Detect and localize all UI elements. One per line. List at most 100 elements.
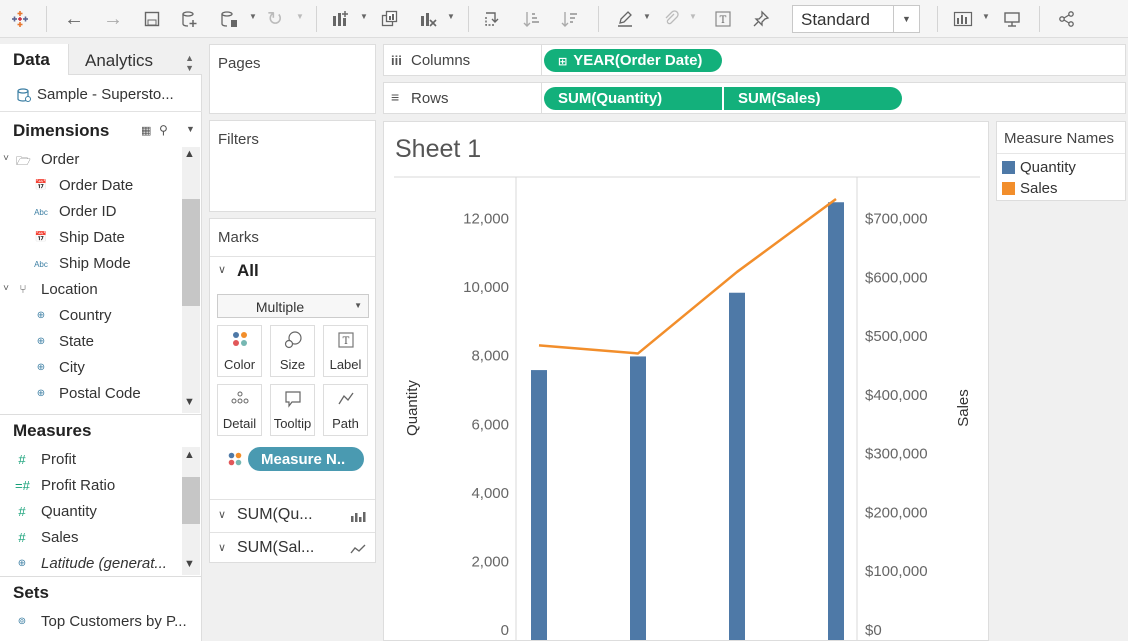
- field-folder[interactable]: Location: [41, 281, 98, 298]
- field-item[interactable]: Sales: [41, 529, 79, 546]
- tooltip-button[interactable]: Tooltip: [270, 384, 315, 436]
- field-item[interactable]: Ship Mode: [59, 255, 131, 272]
- rows-shelf[interactable]: ≡ Rows SUM(Quantity) SUM(Sales): [383, 82, 1126, 114]
- datasource-item[interactable]: Sample - Supersto...: [0, 80, 202, 112]
- calc-number-icon: =#: [15, 478, 30, 493]
- scroll-up-icon[interactable]: ▲: [184, 148, 195, 160]
- field-item[interactable]: Order ID: [59, 203, 117, 220]
- field-item[interactable]: Profit Ratio: [41, 477, 115, 494]
- pill-label: SUM(Sales): [738, 90, 821, 107]
- refresh-icon[interactable]: ↻: [263, 7, 287, 31]
- redo-icon[interactable]: →: [101, 7, 125, 31]
- bar-quantity[interactable]: [630, 356, 646, 640]
- clear-sheet-icon[interactable]: [416, 7, 440, 31]
- path-button[interactable]: Path: [323, 384, 368, 436]
- expand-chevron-icon[interactable]: ˅: [0, 283, 13, 294]
- expand-chevron-icon[interactable]: ˅: [0, 153, 13, 164]
- y2-tick-label: $400,000: [865, 387, 928, 404]
- field-item[interactable]: Order Date: [59, 177, 133, 194]
- line-chart-icon: [350, 542, 366, 560]
- field-item[interactable]: Profit: [41, 451, 76, 468]
- sort-descending-icon[interactable]: [558, 7, 582, 31]
- field-item[interactable]: Postal Code: [59, 385, 141, 402]
- duplicate-sheet-icon[interactable]: [378, 7, 402, 31]
- size-button[interactable]: Size: [270, 325, 315, 377]
- pill-label: SUM(Quantity): [558, 90, 663, 107]
- mark-type-select[interactable]: Multiple ▼: [217, 294, 369, 318]
- share-icon[interactable]: [1055, 7, 1079, 31]
- swap-icon[interactable]: [480, 7, 504, 31]
- marks-card-label: SUM(Qu...: [237, 506, 313, 523]
- pin-icon[interactable]: [749, 7, 773, 31]
- sets-header: Sets: [13, 583, 49, 602]
- scroll-down-icon[interactable]: ▼: [184, 558, 195, 570]
- label-button[interactable]: T Label: [323, 325, 368, 377]
- legend-item-label[interactable]: Quantity: [1020, 159, 1076, 176]
- mark-button-label: Detail: [222, 416, 257, 431]
- measure-names-pill[interactable]: Measure N..: [248, 447, 364, 471]
- chart[interactable]: 0 2,000 4,000 6,000 8,000 10,000 12,000 $0 $100,…: [384, 122, 988, 640]
- sort-ascending-icon[interactable]: [520, 7, 544, 31]
- chevron-down-icon[interactable]: ▼: [186, 124, 195, 134]
- columns-shelf[interactable]: iii Columns ⊞ YEAR(Order Date): [383, 44, 1126, 76]
- color-legend[interactable]: Measure Names Quantity Sales: [996, 121, 1126, 201]
- undo-icon[interactable]: ←: [62, 7, 86, 31]
- field-item[interactable]: Latitude (generat...: [41, 555, 167, 572]
- y2-tick-label: $100,000: [865, 563, 928, 580]
- tableau-logo-icon[interactable]: [8, 7, 32, 31]
- number-icon: #: [18, 504, 26, 519]
- field-item[interactable]: Quantity: [41, 503, 97, 520]
- pill-year-order-date[interactable]: ⊞ YEAR(Order Date): [544, 49, 722, 72]
- bar-quantity[interactable]: [729, 292, 745, 640]
- color-button[interactable]: Color: [217, 325, 262, 377]
- search-icon[interactable]: ⚲: [159, 123, 168, 137]
- datasource-icon: [17, 87, 31, 107]
- field-item[interactable]: Top Customers by P...: [41, 613, 187, 630]
- field-item[interactable]: City: [59, 359, 85, 376]
- new-datasource-icon[interactable]: [178, 7, 202, 31]
- detail-button[interactable]: Detail: [217, 384, 262, 436]
- field-item[interactable]: State: [59, 333, 94, 350]
- collapse-icon[interactable]: ∨: [218, 541, 226, 554]
- bar-quantity[interactable]: [531, 370, 547, 640]
- save-icon[interactable]: [140, 7, 164, 31]
- tab-data[interactable]: Data: [0, 44, 68, 75]
- tab-analytics[interactable]: Analytics ▲ ▼: [68, 44, 202, 75]
- scroll-down-icon[interactable]: ▼: [184, 396, 195, 408]
- y2-tick-label: $300,000: [865, 446, 928, 463]
- pill-sum-quantity[interactable]: SUM(Quantity): [544, 87, 722, 110]
- field-item[interactable]: Country: [59, 307, 112, 324]
- chevron-down-icon[interactable]: ▼: [893, 6, 919, 32]
- collapse-icon[interactable]: ∨: [218, 508, 226, 521]
- bar-quantity[interactable]: [828, 202, 844, 640]
- label-icon[interactable]: T: [711, 7, 735, 31]
- tab-analytics-label: Analytics: [85, 51, 154, 70]
- view-toggle-icon[interactable]: ▦: [141, 124, 151, 137]
- field-folder[interactable]: Order: [41, 151, 79, 168]
- highlight-icon[interactable]: [613, 7, 637, 31]
- new-worksheet-icon[interactable]: [329, 7, 353, 31]
- view-size-select[interactable]: Standard ▼: [792, 5, 920, 33]
- line-sales[interactable]: [538, 198, 837, 355]
- marks-card-measure[interactable]: ∨ SUM(Qu...: [210, 500, 375, 532]
- dimensions-scroll-thumb[interactable]: [182, 199, 200, 306]
- collapse-icon[interactable]: ∨: [218, 263, 226, 276]
- pill-sum-sales[interactable]: SUM(Sales): [724, 87, 902, 110]
- show-me-icon[interactable]: [951, 7, 975, 31]
- scroll-up-icon[interactable]: ▲: [184, 449, 195, 461]
- mark-button-label: Label: [329, 357, 362, 372]
- measures-scroll-thumb[interactable]: [182, 477, 200, 524]
- pages-title: Pages: [218, 55, 261, 72]
- presentation-icon[interactable]: [1000, 7, 1024, 31]
- filters-shelf[interactable]: Filters: [209, 120, 376, 212]
- marks-all-label[interactable]: All: [237, 261, 259, 281]
- pages-shelf[interactable]: Pages: [209, 44, 376, 114]
- group-icon[interactable]: [659, 7, 683, 31]
- field-item[interactable]: Ship Date: [59, 229, 125, 246]
- legend-item-label[interactable]: Sales: [1020, 180, 1058, 197]
- pause-updates-icon[interactable]: [217, 7, 241, 31]
- data-pane: Data Analytics ▲ ▼ Sample - Supersto... D…: [0, 44, 202, 641]
- pill-label: YEAR(Order Date): [573, 52, 703, 69]
- marks-card-measure[interactable]: ∨ SUM(Sal...: [210, 533, 375, 565]
- measures-header: Measures: [13, 421, 92, 440]
